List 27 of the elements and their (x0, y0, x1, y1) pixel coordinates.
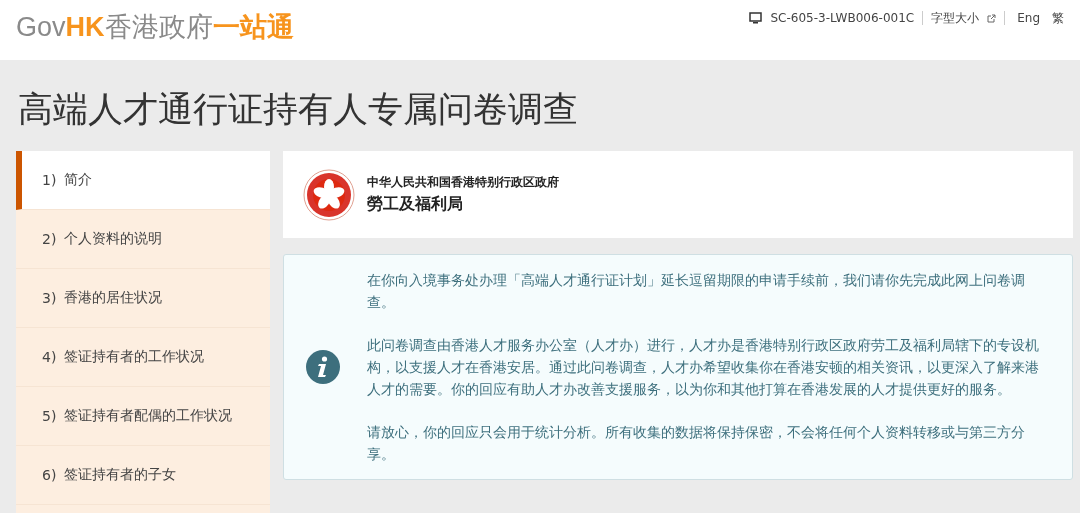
step-label: 简介 (64, 171, 93, 189)
step-number: 1) (42, 172, 57, 188)
step-number: 4) (42, 349, 57, 365)
language-link[interactable]: 繁 (1052, 9, 1064, 27)
page-title: 高端人才通行证持有人专属问卷调查 (17, 88, 579, 131)
device-id: SC-605-3-LWB006-001C (770, 11, 915, 25)
step-label: 香港的居住状况 (64, 289, 163, 307)
emblem-icon (303, 168, 355, 221)
step-label: 签证持有者的工作状况 (64, 348, 205, 366)
language-link[interactable]: Eng (1017, 11, 1040, 25)
bureau-name: 勞工及福利局 (367, 194, 464, 215)
step-number: 3) (42, 290, 57, 306)
step-number: 6) (42, 467, 57, 483)
monitor-icon (749, 12, 763, 24)
step-label: 个人资料的说明 (64, 230, 163, 248)
step-number: 2) (42, 231, 57, 247)
external-link-icon (987, 13, 997, 23)
sidebar-item[interactable]: 1) 简介 (16, 151, 270, 210)
step-label: 签证持有者的子女 (64, 466, 177, 484)
government-name: 中华人民共和国香港特别行政区政府 (367, 174, 559, 191)
font-size-link[interactable]: 字型大小 (931, 9, 980, 27)
notice-paragraph: 此问卷调查由香港人才服务办公室（人才办）进行，人才办是香港特别行政区政府劳工及福利局辖下的专设机构，以支援人才在香港安居。通过此问卷调查，人才办希望收集你在香港安顿的相关资讯，以更深入了解来港人才的需要。你的回应有助人才办改善支援服务，以为你和其他打算在香港发展的人才提供更好的服务。 (367, 336, 1040, 399)
notice-paragraph: 在你向入境事务处办理「高端人才通行证计划」延长逗留期限的申请手续前，我们请你先完成此网上问卷调查。 (367, 271, 1026, 312)
info-icon (306, 350, 340, 384)
notice-paragraph: 请放心，你的回应只会用于统计分析。所有收集的数据将保持保密，不会将任何个人资料转移或与第三方分享。 (367, 423, 1026, 464)
step-number: 5) (42, 408, 57, 424)
step-label: 签证持有者配偶的工作状况 (64, 407, 233, 425)
